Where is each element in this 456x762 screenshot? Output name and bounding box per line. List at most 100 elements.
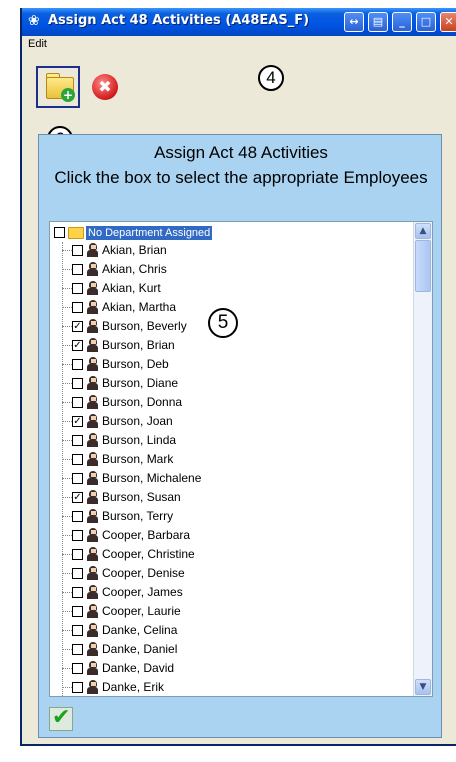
employee-name: Burson, Michalene xyxy=(102,471,202,485)
employee-checkbox[interactable] xyxy=(72,283,83,294)
employee-row[interactable]: ✓ Burson, Joan xyxy=(50,412,410,431)
tree-branch-line xyxy=(62,345,72,346)
employee-row[interactable]: ✓ Burson, Brian xyxy=(50,336,410,355)
tile-button[interactable]: ▤ xyxy=(368,12,388,32)
person-icon xyxy=(86,243,98,257)
employee-checkbox[interactable] xyxy=(72,264,83,275)
employee-checkbox[interactable]: ✓ xyxy=(72,492,83,503)
employee-name: Danke, David xyxy=(102,661,175,675)
panel-heading: Assign Act 48 Activities xyxy=(154,143,328,162)
tree-branch-line xyxy=(62,364,72,365)
employee-checkbox[interactable] xyxy=(72,549,83,560)
person-icon xyxy=(86,338,98,352)
tree-branch-line xyxy=(62,383,72,384)
employee-row[interactable]: Burson, Diane xyxy=(50,374,410,393)
employee-row[interactable]: Cooper, Christine xyxy=(50,545,410,564)
title-bar[interactable]: ❀ Assign Act 48 Activities (A48EAS_F) ↔ … xyxy=(22,8,456,36)
person-icon xyxy=(86,414,98,428)
employee-checkbox[interactable]: ✓ xyxy=(72,321,83,332)
employee-name: Burson, Mark xyxy=(102,452,174,466)
employee-row[interactable]: Burson, Donna xyxy=(50,393,410,412)
employee-row[interactable]: Danke, Daniel xyxy=(50,640,410,659)
employee-row[interactable]: Burson, Mark xyxy=(50,450,410,469)
employee-checkbox[interactable] xyxy=(72,473,83,484)
scroll-thumb[interactable] xyxy=(415,240,431,292)
person-icon xyxy=(86,452,98,466)
employee-row[interactable]: Burson, Michalene xyxy=(50,469,410,488)
folder-icon xyxy=(68,227,84,239)
tree-branch-line xyxy=(62,269,72,270)
employee-checkbox[interactable] xyxy=(72,682,83,693)
employee-row[interactable]: Cooper, James xyxy=(50,583,410,602)
employee-row[interactable]: Akian, Chris xyxy=(50,260,410,279)
root-label[interactable]: No Department Assigned xyxy=(86,226,213,240)
callout-4: 4 xyxy=(258,65,284,91)
scroll-up-button[interactable]: ▲ xyxy=(415,223,431,239)
employee-checkbox[interactable] xyxy=(72,644,83,655)
employee-checkbox[interactable] xyxy=(72,568,83,579)
tree-branch-line xyxy=(62,611,72,612)
employee-name: Burson, Beverly xyxy=(102,319,187,333)
employee-checkbox[interactable] xyxy=(72,378,83,389)
employee-checkbox[interactable]: ✓ xyxy=(72,340,83,351)
root-checkbox[interactable] xyxy=(54,227,65,238)
employee-row[interactable]: Cooper, Denise xyxy=(50,564,410,583)
maximize-button[interactable]: □ xyxy=(416,12,436,32)
employee-checkbox[interactable] xyxy=(72,606,83,617)
employee-row[interactable]: Burson, Linda xyxy=(50,431,410,450)
employee-checkbox[interactable]: ✓ xyxy=(72,416,83,427)
window-title: Assign Act 48 Activities (A48EAS_F) xyxy=(48,13,310,28)
employee-name: Burson, Linda xyxy=(102,433,177,447)
employee-checkbox[interactable] xyxy=(72,245,83,256)
cancel-button[interactable]: ✖ xyxy=(92,74,118,100)
employee-row[interactable]: Akian, Brian xyxy=(50,241,410,260)
employee-name: Akian, Chris xyxy=(102,262,167,276)
tree-branch-line xyxy=(62,687,72,688)
employee-row[interactable]: ✓ Burson, Susan xyxy=(50,488,410,507)
vertical-scrollbar[interactable]: ▲ ▼ xyxy=(413,222,432,696)
tree-branch-line xyxy=(62,478,72,479)
employee-row[interactable]: Danke, Celina xyxy=(50,621,410,640)
employee-name: Cooper, Denise xyxy=(102,566,185,580)
close-button[interactable]: ✕ xyxy=(440,12,456,32)
employee-checkbox[interactable] xyxy=(72,663,83,674)
employee-checkbox[interactable] xyxy=(72,454,83,465)
employee-checkbox[interactable] xyxy=(72,435,83,446)
employee-row[interactable]: Burson, Deb xyxy=(50,355,410,374)
employee-name: Burson, Joan xyxy=(102,414,173,428)
tree-branch-line xyxy=(62,497,72,498)
employee-name: Danke, Erik xyxy=(102,680,165,694)
employee-checkbox[interactable] xyxy=(72,511,83,522)
toolbar: + ✖ 4 6 xyxy=(22,54,456,152)
tree-branch-line xyxy=(62,535,72,536)
employee-row[interactable]: Burson, Terry xyxy=(50,507,410,526)
employee-row[interactable]: Akian, Kurt xyxy=(50,279,410,298)
employee-row[interactable]: Danke, David xyxy=(50,659,410,678)
open-folder-button[interactable]: + xyxy=(36,66,80,108)
green-check-icon: ✔ xyxy=(52,705,71,730)
panel-instructions: Click the box to select the appropriate … xyxy=(54,168,428,187)
tree-branch-line xyxy=(62,668,72,669)
employee-checkbox[interactable] xyxy=(72,625,83,636)
employee-name: Burson, Diane xyxy=(102,376,179,390)
ok-button[interactable]: ✔ xyxy=(49,705,73,731)
assign-panel: Assign Act 48 Activities Click the box t… xyxy=(38,134,442,738)
employee-checkbox[interactable] xyxy=(72,302,83,313)
employee-row[interactable]: Cooper, Barbara xyxy=(50,526,410,545)
scroll-down-button[interactable]: ▼ xyxy=(415,679,431,695)
employee-checkbox[interactable] xyxy=(72,397,83,408)
employee-checkbox[interactable] xyxy=(72,587,83,598)
employee-checkbox[interactable] xyxy=(72,530,83,541)
menu-edit[interactable]: Edit xyxy=(28,38,47,50)
employee-tree[interactable]: No Department Assigned Akian, Brian Akian… xyxy=(49,221,433,697)
tree-branch-line xyxy=(62,326,72,327)
person-icon xyxy=(86,281,98,295)
employee-name: Cooper, Christine xyxy=(102,547,195,561)
minimize-button[interactable]: _ xyxy=(392,12,412,32)
employee-row[interactable]: Cooper, Laurie xyxy=(50,602,410,621)
tree-branch-line xyxy=(62,516,72,517)
employee-row[interactable]: Danke, Erik xyxy=(50,678,410,696)
restore-arrows-button[interactable]: ↔ xyxy=(344,12,364,32)
tree-branch-line xyxy=(62,402,72,403)
employee-checkbox[interactable] xyxy=(72,359,83,370)
